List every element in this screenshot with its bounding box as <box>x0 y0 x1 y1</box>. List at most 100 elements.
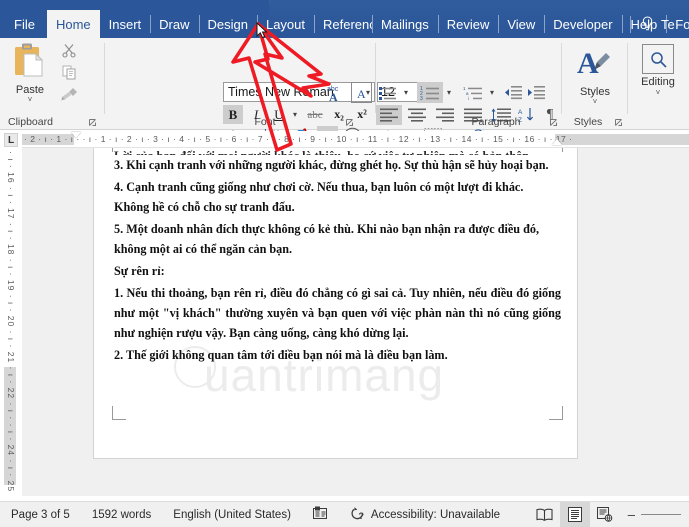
read-mode-button[interactable] <box>530 502 560 527</box>
zoom-out-button[interactable]: – <box>628 507 635 522</box>
tab-stop-label: L <box>8 135 14 146</box>
tab-layout-label: Layout <box>266 18 305 31</box>
tab-review-label: Review <box>447 18 490 31</box>
print-layout-button[interactable] <box>560 502 590 527</box>
word-count-label: 1592 words <box>92 509 151 521</box>
paste-button[interactable]: Paste ˅ <box>8 42 52 108</box>
tab-view[interactable]: View <box>498 10 544 38</box>
numbering-button[interactable]: 1 2 3 <box>417 82 443 103</box>
word-window: File Home Insert Draw Design Layout Refe… <box>0 0 689 527</box>
bullets-dropdown[interactable]: ▾ <box>400 82 412 103</box>
tab-home[interactable]: Home <box>47 10 100 38</box>
align-center-button[interactable] <box>404 105 430 125</box>
first-line-indent-marker[interactable] <box>71 132 81 138</box>
numbering-dropdown[interactable]: ▾ <box>443 82 455 103</box>
tab-foxit-reader-label: Foxit Read <box>675 18 689 31</box>
format-painter-icon <box>61 87 78 107</box>
copy-button[interactable] <box>58 65 80 85</box>
tab-insert-label: Insert <box>109 18 142 31</box>
status-word-count[interactable]: 1592 words <box>81 509 162 521</box>
document-body[interactable]: Lời của bạn đối với mọi người khác là th… <box>114 148 561 367</box>
increase-indent-button[interactable] <box>525 82 547 103</box>
zoom-track[interactable] <box>641 514 681 515</box>
tab-design[interactable]: Design <box>199 10 257 38</box>
decrease-indent-button[interactable] <box>502 82 524 103</box>
document-work-area[interactable]: uantrimang Lời của bạn đối với mọi người… <box>22 148 689 496</box>
ribbon-group-clipboard: Paste ˅ <box>0 38 104 130</box>
clipboard-dialog-launcher[interactable] <box>88 118 98 128</box>
multilevel-list-button[interactable]: 1 a i <box>460 82 486 103</box>
document-paragraph: Sự rên rỉ: <box>114 261 561 281</box>
multilevel-list-dropdown[interactable]: ▾ <box>486 82 498 103</box>
editing-label: Editing <box>641 76 675 88</box>
tab-draw[interactable]: Draw <box>150 10 198 38</box>
vertical-ruler[interactable]: L · ı · 16 · ı · 17 · ı · 18 · ı · 19 · … <box>0 131 22 496</box>
tell-me-label: Te <box>661 17 675 32</box>
styles-dialog-launcher[interactable] <box>614 118 624 128</box>
tab-home-label: Home <box>56 18 91 31</box>
page-label: Page 3 of 5 <box>11 509 70 521</box>
ribbon-group-styles: A Styles ˅ Styles <box>562 38 627 130</box>
chevron-down-icon[interactable]: ˅ <box>28 97 33 103</box>
horizontal-ruler-ticks: · 2 · ı · 1 · ı · · ı · 1 · ı · 2 · ı · … <box>24 131 572 148</box>
text-highlight-box-button[interactable]: A <box>351 82 372 103</box>
tab-references[interactable]: References <box>314 10 372 38</box>
group-label-paragraph: Paragraph <box>431 116 561 128</box>
web-layout-button[interactable] <box>590 502 620 527</box>
group-label-clipboard: Clipboard <box>0 116 86 128</box>
tab-references-label: References <box>323 18 372 31</box>
align-left-button[interactable] <box>376 105 402 125</box>
superscript-label: x² <box>357 107 367 122</box>
zoom-slider[interactable]: – <box>620 507 689 522</box>
tab-design-label: Design <box>208 18 248 31</box>
right-indent-marker[interactable] <box>552 139 562 145</box>
subscript-label: x₂ <box>334 107 344 122</box>
paragraph-dialog-launcher[interactable] <box>549 118 559 128</box>
bullets-button[interactable] <box>376 82 400 103</box>
superscript-button[interactable]: x² <box>352 105 372 124</box>
status-page-indicator[interactable]: Page 3 of 5 <box>0 509 81 521</box>
svg-text:A: A <box>518 109 523 116</box>
spelling-check-button[interactable]: abc A <box>324 82 346 103</box>
tab-stop-selector[interactable]: L <box>4 133 18 147</box>
cut-button[interactable] <box>58 43 80 63</box>
title-bar: File Home Insert Draw Design Layout Refe… <box>0 0 689 38</box>
scissors-icon <box>62 43 77 63</box>
proofing-icon <box>313 506 328 523</box>
margin-mark-bottom-right <box>549 406 563 420</box>
ribbon-tab-strip: File Home Insert Draw Design Layout Refe… <box>0 10 689 38</box>
tab-draw-label: Draw <box>159 18 189 31</box>
horizontal-ruler[interactable]: · 2 · ı · 1 · ı · · ı · 1 · ı · 2 · ı · … <box>22 131 689 148</box>
mouse-cursor <box>256 22 268 40</box>
clipboard-paste-icon <box>13 42 47 83</box>
ribbon-group-editing: Editing ˅ <box>628 38 688 130</box>
editing-button[interactable]: Editing ˅ <box>634 44 682 110</box>
tellme-divider <box>630 16 631 33</box>
status-proofing[interactable] <box>302 506 339 523</box>
vertical-ruler-ticks: · ı · 16 · ı · 17 · ı · 18 · ı · 19 · ı … <box>0 151 22 496</box>
document-page[interactable]: uantrimang Lời của bạn đối với mọi người… <box>94 148 577 458</box>
svg-text:A: A <box>357 87 366 100</box>
accessibility-label: Accessibility: Unavailable <box>371 509 500 521</box>
chevron-down-icon[interactable]: ˅ <box>593 99 598 105</box>
tab-insert[interactable]: Insert <box>100 10 151 38</box>
svg-text:A: A <box>577 47 599 80</box>
document-paragraph: 1. Nếu thi thoảng, bạn rên rỉ, điều đó c… <box>114 283 561 343</box>
tab-view-label: View <box>507 18 535 31</box>
search-icon <box>642 44 674 74</box>
tab-mailings[interactable]: Mailings <box>372 10 438 38</box>
tab-file-label: File <box>14 18 35 31</box>
format-painter-button[interactable] <box>58 87 80 107</box>
tab-developer-label: Developer <box>553 18 612 31</box>
chevron-down-icon[interactable]: ˅ <box>656 90 661 96</box>
status-language[interactable]: English (United States) <box>162 509 302 521</box>
styles-button[interactable]: A Styles ˅ <box>570 46 620 108</box>
tab-review[interactable]: Review <box>438 10 499 38</box>
tab-developer[interactable]: Developer <box>544 10 621 38</box>
tell-me-box[interactable]: Te <box>641 10 675 38</box>
status-accessibility[interactable]: ? Accessibility: Unavailable <box>339 506 511 524</box>
group-label-styles: Styles <box>562 116 614 128</box>
tab-file[interactable]: File <box>0 10 47 38</box>
ribbon-group-font: Times New Roman ▾ 12 ▾ B I U ▾ abc x₂ x²… <box>105 38 320 130</box>
document-paragraph: 5. Một doanh nhân đích thực không có kẻ … <box>114 219 561 259</box>
